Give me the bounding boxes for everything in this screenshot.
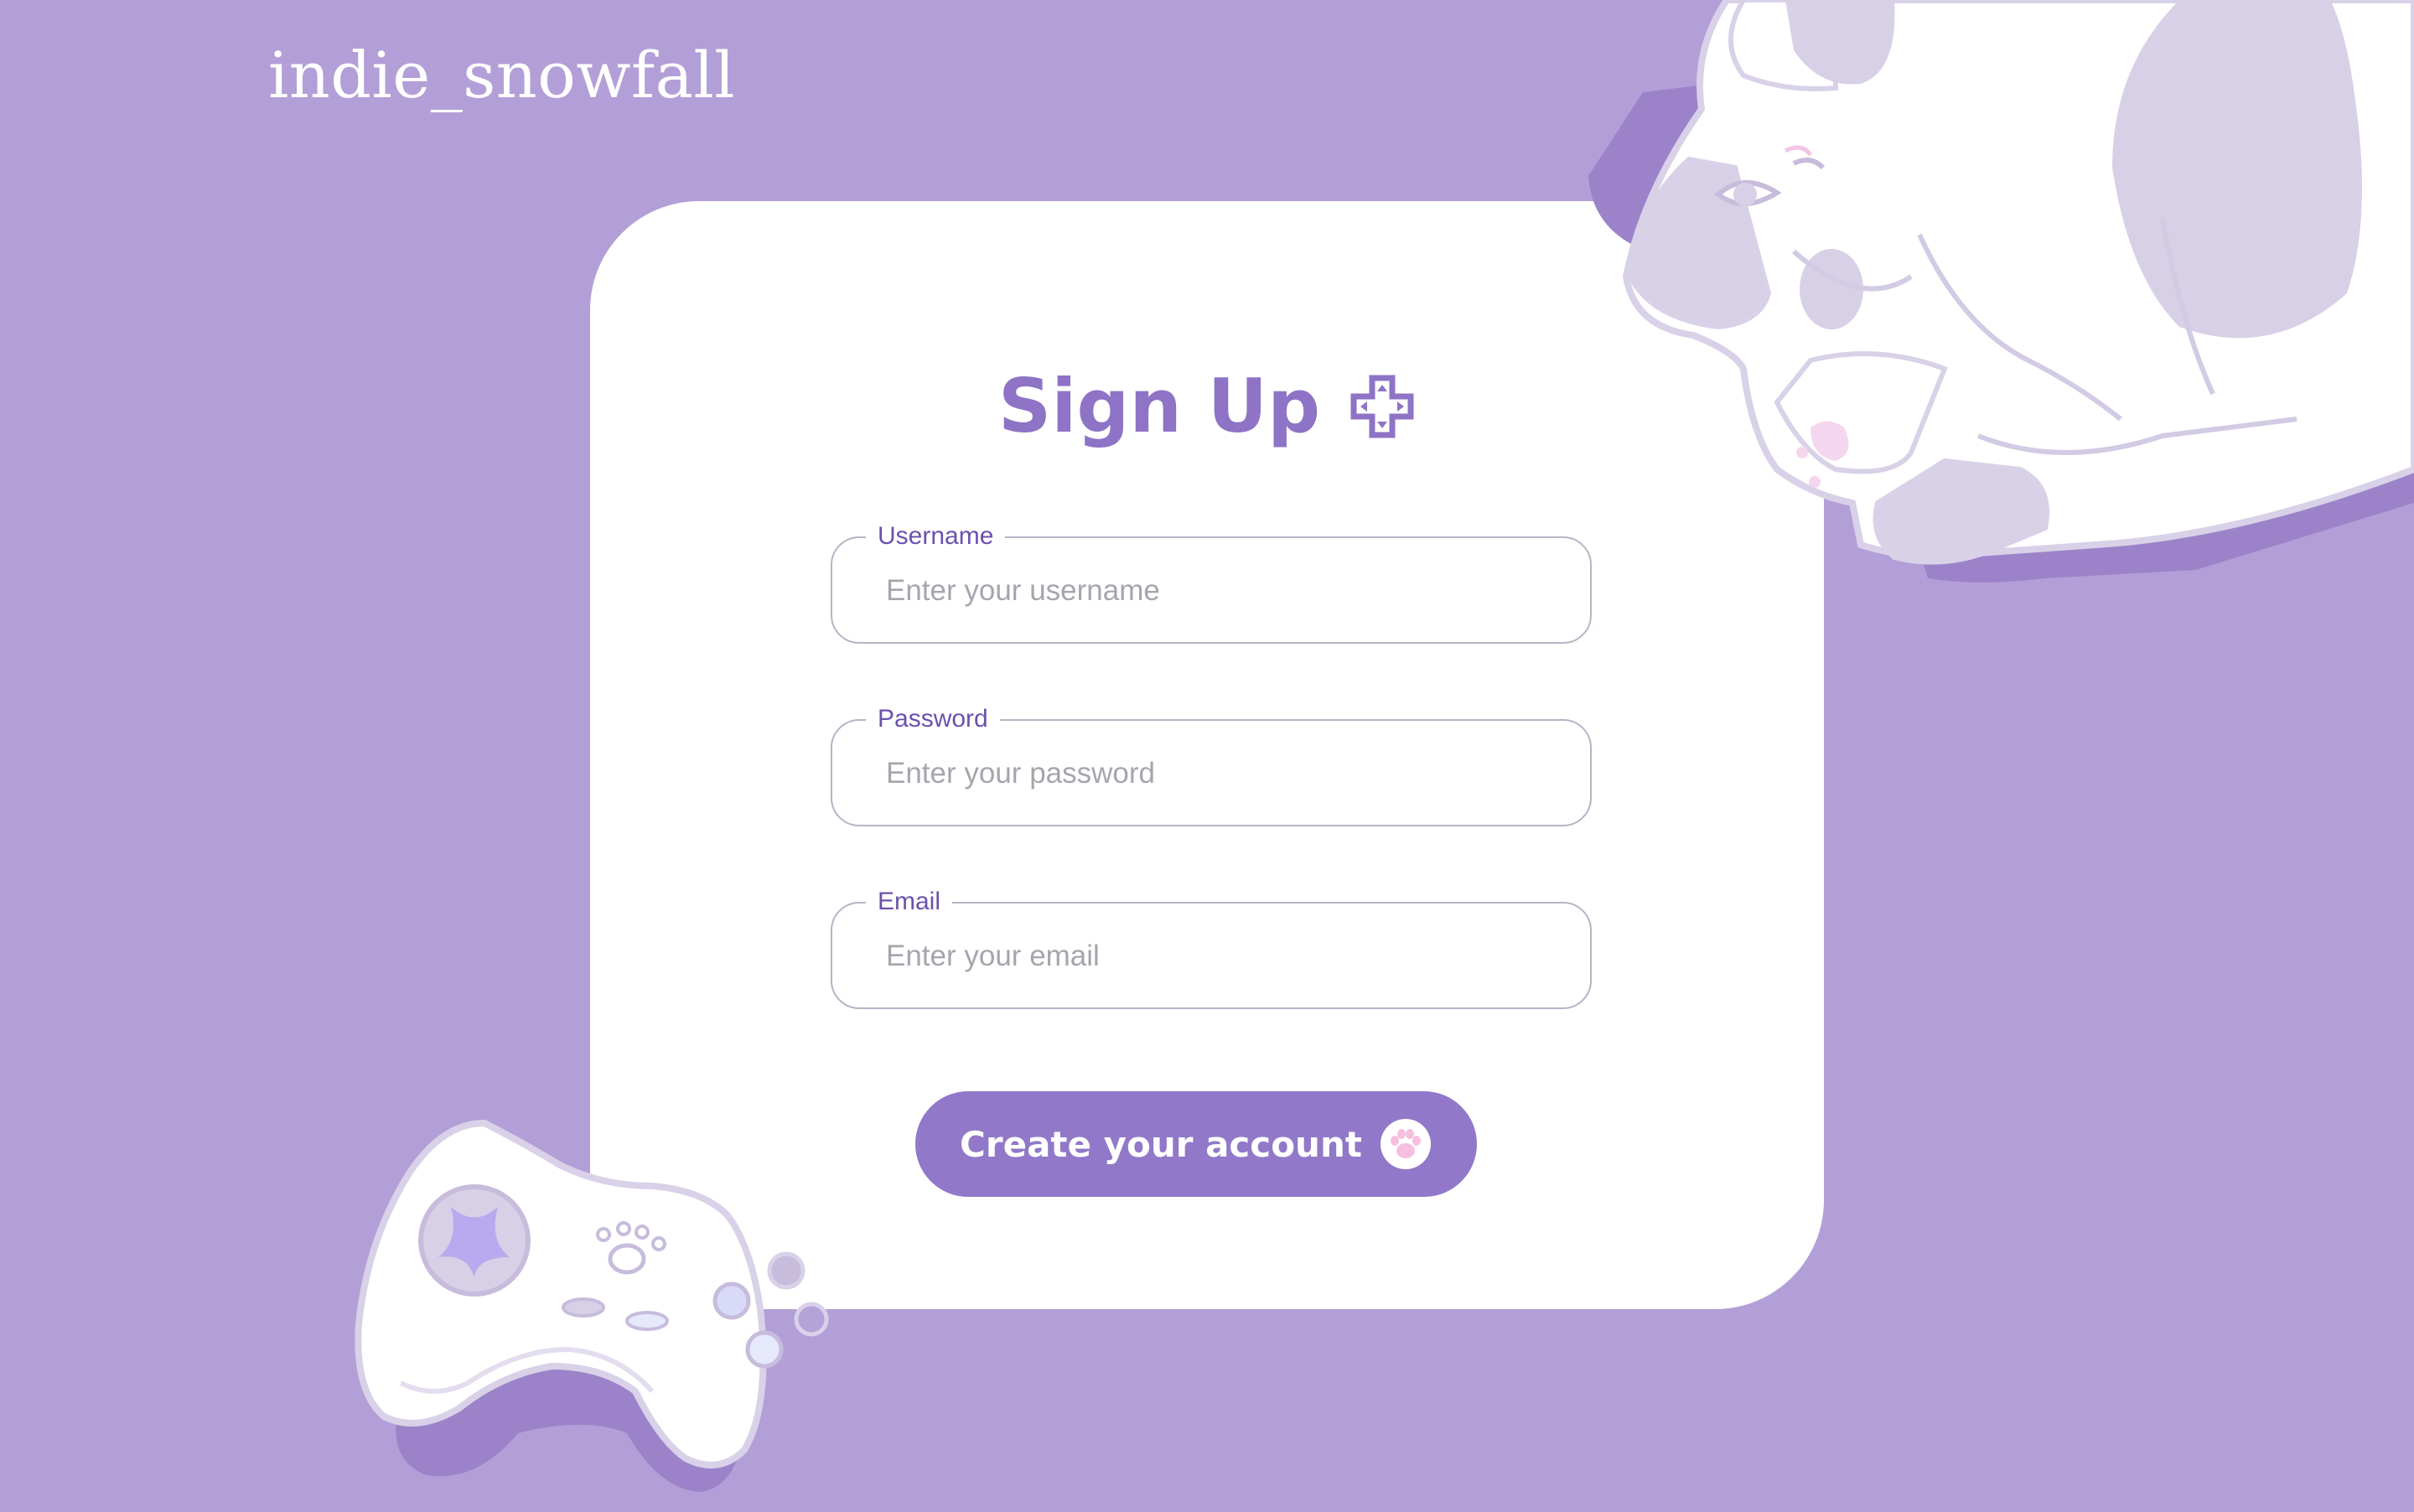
email-input[interactable] bbox=[884, 904, 1558, 1009]
create-account-button[interactable]: Create your account bbox=[915, 1091, 1477, 1197]
sleeping-dog-illustration bbox=[1588, 0, 2414, 583]
username-input[interactable] bbox=[884, 538, 1558, 644]
password-input[interactable] bbox=[884, 721, 1558, 826]
password-field[interactable]: Password bbox=[831, 704, 1592, 826]
create-account-label: Create your account bbox=[960, 1123, 1362, 1165]
cat-paw-icon bbox=[1380, 1119, 1431, 1169]
brand-logo[interactable]: indie_snowfall bbox=[268, 44, 735, 107]
email-field[interactable]: Email bbox=[831, 887, 1592, 1009]
page-title: Sign Up bbox=[997, 363, 1321, 449]
dpad-plus-icon bbox=[1350, 375, 1414, 438]
username-field[interactable]: Username bbox=[831, 521, 1592, 644]
game-controller-illustration bbox=[355, 1119, 829, 1492]
signup-title-row: Sign Up bbox=[0, 360, 2414, 453]
